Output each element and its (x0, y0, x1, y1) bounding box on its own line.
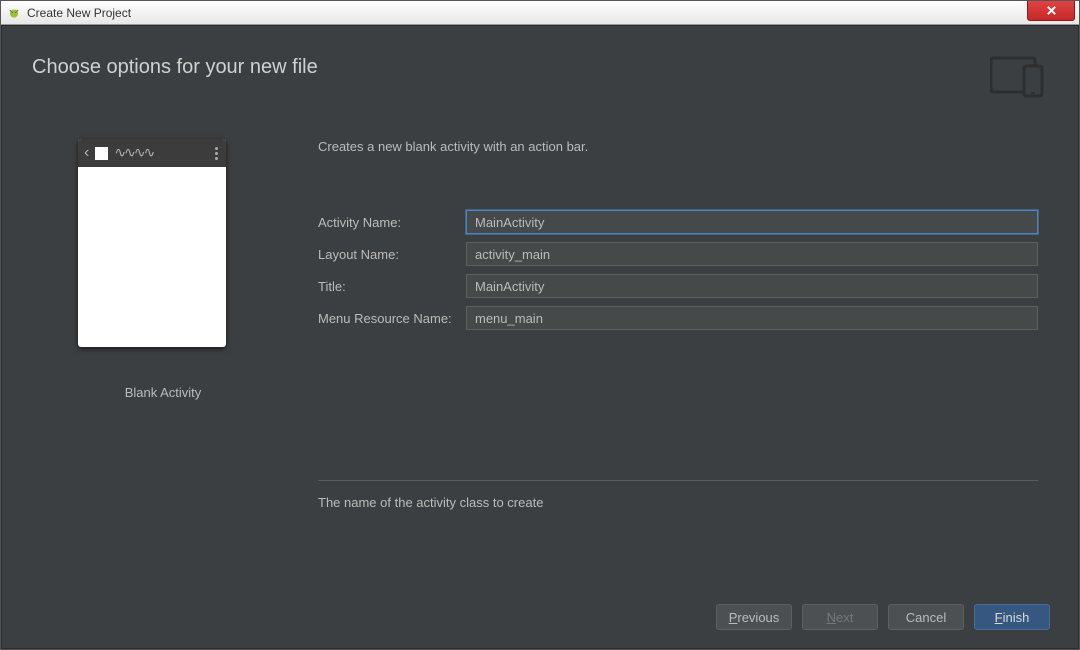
wizard-footer: Previous Next Cancel Finish (716, 604, 1050, 630)
title-placeholder-icon: ∿∿∿∿ (114, 145, 209, 161)
layout-name-label: Layout Name: (318, 247, 466, 262)
previous-button[interactable]: Previous (716, 604, 792, 630)
dialog-content: Choose options for your new file ‹ ∿∿∿∿ … (1, 25, 1079, 649)
finish-button[interactable]: Finish (974, 604, 1050, 630)
preview-actionbar: ‹ ∿∿∿∿ (78, 139, 226, 167)
close-button[interactable] (1027, 1, 1075, 21)
menu-name-label: Menu Resource Name: (318, 311, 466, 326)
next-button: Next (802, 604, 878, 630)
close-icon (1046, 5, 1057, 16)
field-hint: The name of the activity class to create (318, 495, 1038, 510)
menu-name-input[interactable] (466, 306, 1038, 330)
activity-name-label: Activity Name: (318, 215, 466, 230)
activity-name-input[interactable] (466, 210, 1038, 234)
title-input[interactable] (466, 274, 1038, 298)
template-name: Blank Activity (78, 385, 248, 400)
back-chevron-icon: ‹ (84, 144, 89, 162)
cancel-button[interactable]: Cancel (888, 604, 964, 630)
layout-name-input[interactable] (466, 242, 1038, 266)
page-heading: Choose options for your new file (32, 56, 1038, 79)
app-icon (7, 6, 21, 20)
title-label: Title: (318, 279, 466, 294)
template-preview: ‹ ∿∿∿∿ (78, 139, 226, 347)
window-title: Create New Project (27, 6, 131, 20)
template-description: Creates a new blank activity with an act… (318, 139, 1038, 154)
hint-separator (318, 480, 1038, 481)
titlebar: Create New Project (1, 1, 1079, 25)
app-launcher-icon (95, 147, 108, 160)
form-factor-icon (990, 56, 1050, 100)
overflow-menu-icon (215, 147, 220, 160)
